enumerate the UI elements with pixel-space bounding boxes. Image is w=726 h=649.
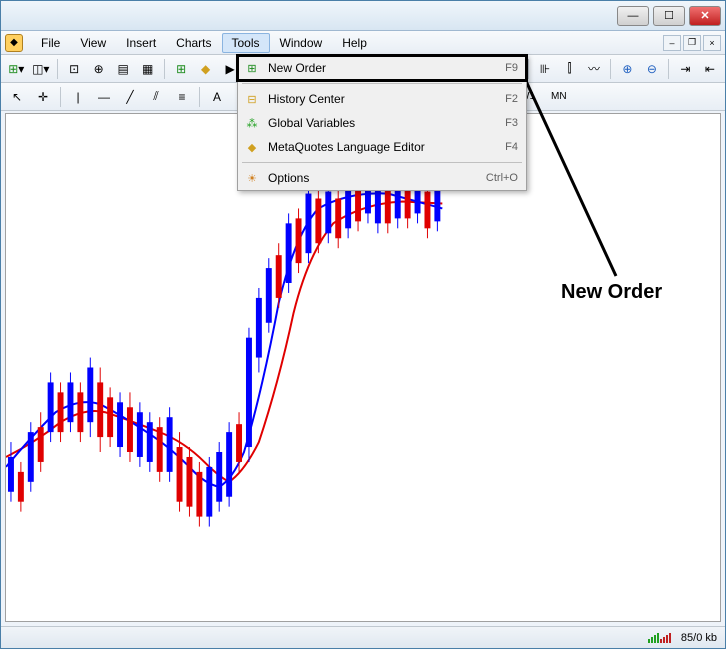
- dropdown-item-label: Options: [268, 171, 486, 185]
- zoom-in-icon: ⊕: [622, 62, 632, 76]
- scroll-icon: ⇥: [680, 62, 690, 76]
- options-icon: ☀: [242, 170, 262, 186]
- terminal-icon: ▤: [118, 62, 129, 76]
- candles-icon: ⫿: [568, 61, 572, 76]
- menu-tools[interactable]: Tools: [222, 33, 270, 53]
- vline-button[interactable]: |: [66, 86, 90, 108]
- plus-icon: ⊞: [8, 62, 18, 76]
- bars-icon: ⊪: [540, 62, 550, 76]
- tester-button[interactable]: ▦: [136, 58, 159, 80]
- text-icon: A: [213, 90, 221, 104]
- tools-dropdown: ⊞ New Order F9 ⊟ History Center F2 ⁂ Glo…: [237, 55, 527, 191]
- market-watch-button[interactable]: ⊡: [63, 58, 86, 80]
- menu-view[interactable]: View: [70, 33, 116, 53]
- history-icon: ⊟: [242, 91, 262, 107]
- ma-slow-line: [6, 201, 442, 481]
- window-maximize-button[interactable]: ☐: [653, 6, 685, 26]
- menubar: ◆ File View Insert Charts Tools Window H…: [1, 31, 725, 55]
- mql-icon: ◆: [242, 139, 262, 155]
- candle-chart-button[interactable]: ⫿: [558, 58, 581, 80]
- dropdown-mql-editor[interactable]: ◆ MetaQuotes Language Editor F4: [238, 135, 526, 159]
- dropdown-item-label: History Center: [268, 92, 505, 106]
- fibo-icon: ≡: [178, 90, 185, 104]
- hline-button[interactable]: —: [92, 86, 116, 108]
- ma-fast-line: [6, 193, 442, 486]
- app-window: — ☐ ✕ ◆ File View Insert Charts Tools Wi…: [0, 0, 726, 649]
- profiles-button[interactable]: ◫▾: [30, 58, 53, 80]
- cursor-button[interactable]: ↖: [5, 86, 29, 108]
- text-button[interactable]: A: [205, 86, 229, 108]
- order-icon: ⊞: [176, 62, 186, 76]
- menu-help[interactable]: Help: [332, 33, 377, 53]
- titlebar: — ☐ ✕: [1, 1, 725, 31]
- statusbar: 85/0 kb: [1, 626, 725, 648]
- mdi-minimize-button[interactable]: –: [663, 35, 681, 51]
- dropdown-options[interactable]: ☀ Options Ctrl+O: [238, 166, 526, 190]
- metaeditor-button[interactable]: ◆: [194, 58, 217, 80]
- grid-icon: ⊡: [69, 62, 79, 76]
- globals-icon: ⁂: [242, 115, 262, 131]
- app-icon: ◆: [5, 34, 23, 52]
- menu-window[interactable]: Window: [270, 33, 333, 53]
- tester-icon: ▦: [142, 62, 153, 76]
- mdi-restore-button[interactable]: ❐: [683, 35, 701, 51]
- dropdown-item-shortcut: Ctrl+O: [486, 172, 518, 184]
- dropdown-history-center[interactable]: ⊟ History Center F2: [238, 87, 526, 111]
- new-chart-button[interactable]: ⊞▾: [5, 58, 28, 80]
- dropdown-item-shortcut: F3: [505, 117, 518, 129]
- connection-indicator-icon: [648, 633, 671, 643]
- candles: [8, 169, 440, 527]
- window-close-button[interactable]: ✕: [689, 6, 721, 26]
- dropdown-item-shortcut: F2: [505, 93, 518, 105]
- zoom-in-button[interactable]: ⊕: [616, 58, 639, 80]
- window-minimize-button[interactable]: —: [617, 6, 649, 26]
- dropdown-item-label: New Order: [268, 61, 505, 75]
- dropdown-global-variables[interactable]: ⁂ Global Variables F3: [238, 111, 526, 135]
- dropdown-item-shortcut: F4: [505, 141, 518, 153]
- line-icon: 〰: [588, 60, 600, 77]
- crosshair-tool-button[interactable]: ✛: [31, 86, 55, 108]
- vline-icon: |: [76, 90, 79, 104]
- dropdown-item-label: MetaQuotes Language Editor: [268, 140, 505, 154]
- fibo-button[interactable]: ≡: [170, 86, 194, 108]
- zoom-out-button[interactable]: ⊖: [641, 58, 664, 80]
- timeframe-mn-button[interactable]: MN: [544, 88, 574, 105]
- order-plus-icon: ⊞: [242, 60, 262, 76]
- channel-icon: ⫽: [153, 89, 158, 104]
- mdi-close-button[interactable]: ×: [703, 35, 721, 51]
- menu-file[interactable]: File: [31, 33, 70, 53]
- menu-insert[interactable]: Insert: [116, 33, 166, 53]
- terminal-button[interactable]: ▤: [112, 58, 135, 80]
- zoom-out-icon: ⊖: [647, 62, 657, 76]
- shift-icon: ⇤: [705, 62, 715, 76]
- connection-text: 85/0 kb: [681, 632, 717, 644]
- profile-icon: ◫: [32, 62, 43, 76]
- crosshair-icon: ⊕: [94, 62, 104, 76]
- cursor-icon: ↖: [12, 90, 22, 104]
- trendline-icon: ╱: [126, 90, 133, 104]
- trendline-button[interactable]: ╱: [118, 86, 142, 108]
- autotrading-icon: ▶: [226, 62, 235, 76]
- line-chart-button[interactable]: 〰: [583, 58, 606, 80]
- navigator-button[interactable]: ⊕: [87, 58, 110, 80]
- dropdown-item-shortcut: F9: [505, 62, 518, 74]
- chart-shift-button[interactable]: ⇤: [699, 58, 722, 80]
- hline-icon: —: [98, 90, 110, 104]
- cross-icon: ✛: [38, 90, 48, 104]
- diamond-icon: ◆: [201, 62, 210, 76]
- dropdown-item-label: Global Variables: [268, 116, 505, 130]
- dropdown-new-order[interactable]: ⊞ New Order F9: [238, 56, 526, 80]
- new-order-button[interactable]: ⊞: [170, 58, 193, 80]
- menu-charts[interactable]: Charts: [166, 33, 221, 53]
- bar-chart-button[interactable]: ⊪: [534, 58, 557, 80]
- channel-button[interactable]: ⫽: [144, 86, 168, 108]
- auto-scroll-button[interactable]: ⇥: [674, 58, 697, 80]
